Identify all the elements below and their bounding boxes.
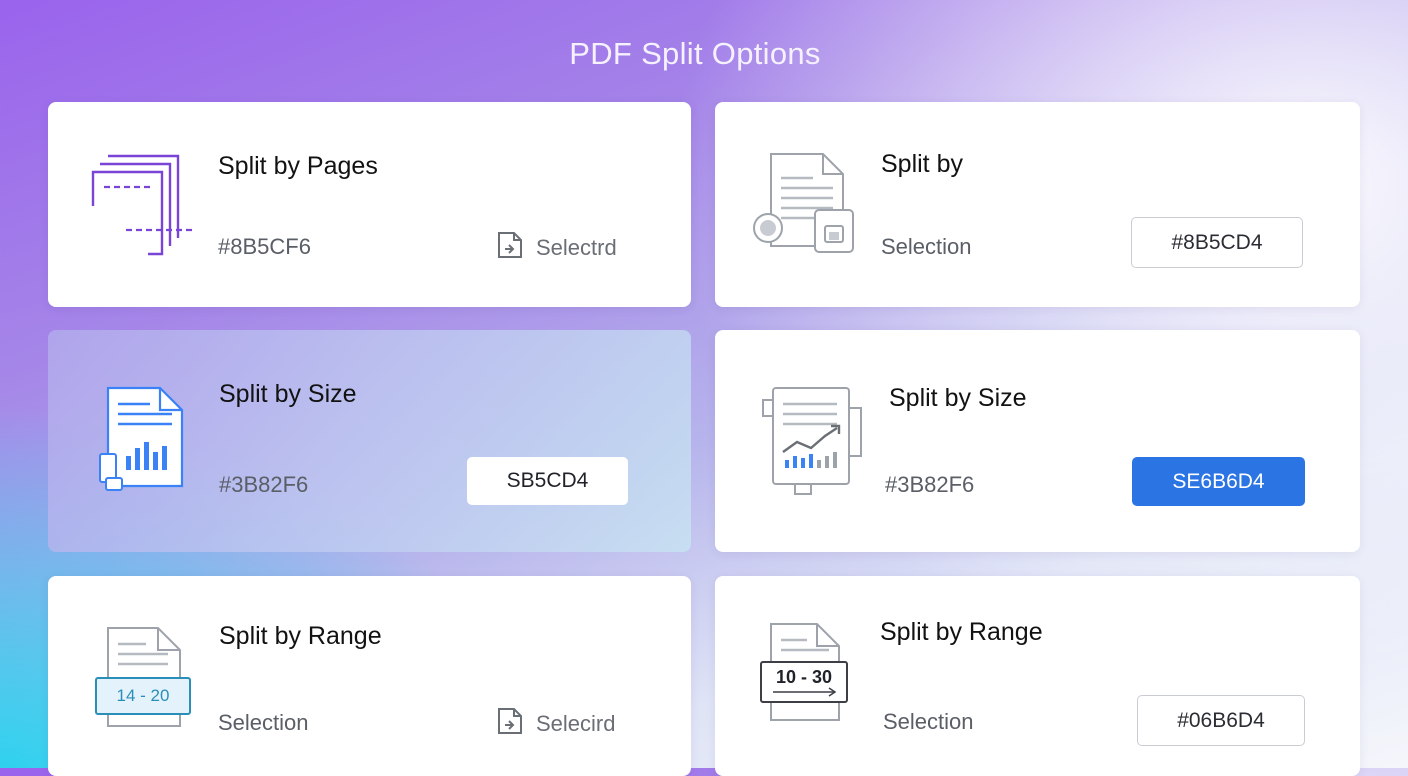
split-option-card-pages[interactable]: Split by Pages #8B5CF6 Selectrd [48, 102, 691, 307]
card-heading: Split by Size [889, 384, 1027, 412]
split-option-card-range[interactable]: 14 - 20 Split by Range Selection Selecir… [48, 576, 691, 776]
card-subtext: #3B82F6 [885, 472, 975, 497]
document-bar-chart-icon [98, 384, 188, 494]
card-subtext: Selection [883, 709, 974, 734]
color-select-button-active[interactable]: SE6B6D4 [1132, 457, 1305, 506]
document-trend-chart-icon [761, 384, 865, 496]
split-option-card-size-alt[interactable]: Split by Size #3B82F6 SE6B6D4 [715, 330, 1360, 552]
document-lock-icon [751, 150, 861, 260]
select-action-label: Selecird [536, 711, 616, 736]
stacked-pages-icon [90, 152, 196, 258]
color-select-button[interactable]: SB5CD4 [467, 457, 628, 505]
card-heading: Split by Size [219, 380, 357, 408]
split-option-card-by[interactable]: Split by Selection #8B5CD4 [715, 102, 1360, 307]
range-icon-text: 14 - 20 [117, 686, 170, 705]
color-select-button[interactable]: #06B6D4 [1137, 695, 1305, 746]
select-action-link[interactable]: Selectrd [496, 230, 617, 266]
range-icon-text: 10 - 30 [776, 667, 832, 687]
color-select-button[interactable]: #8B5CD4 [1131, 217, 1303, 268]
file-select-icon [496, 706, 524, 742]
select-action-link[interactable]: Selecird [496, 706, 615, 742]
document-range-icon: 10 - 30 [759, 620, 859, 732]
file-select-icon [496, 230, 524, 266]
card-subtext: #3B82F6 [219, 472, 309, 497]
card-subtext: Selection [881, 234, 972, 259]
split-option-card-size[interactable]: Split by Size #3B82F6 SB5CD4 [48, 330, 691, 552]
card-heading: Split by Range [219, 622, 382, 650]
card-heading: Split by [881, 150, 963, 178]
split-option-card-range-alt[interactable]: 10 - 30 Split by Range Selection #06B6D4 [715, 576, 1360, 776]
page-title: PDF Split Options [569, 36, 821, 71]
card-subtext: Selection [218, 710, 309, 735]
card-subtext: #8B5CF6 [218, 234, 311, 259]
card-heading: Split by Range [880, 618, 1043, 646]
document-range-icon: 14 - 20 [94, 624, 194, 730]
select-action-label: Selectrd [536, 235, 617, 260]
card-heading: Split by Pages [218, 152, 378, 180]
